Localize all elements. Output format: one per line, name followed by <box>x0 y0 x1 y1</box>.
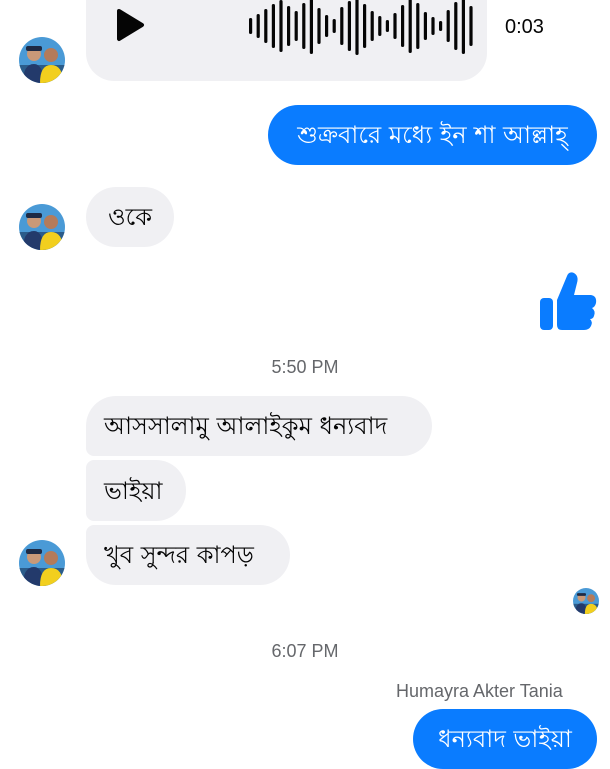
waveform-bar <box>416 3 420 49</box>
avatar[interactable] <box>19 37 65 83</box>
incoming-message[interactable]: ভাইয়া <box>86 460 186 521</box>
message-text: আসসালামু আলাইকুম ধন্যবাদ <box>104 412 388 440</box>
waveform-bar <box>279 0 283 52</box>
message-text: ওকে <box>107 203 153 231</box>
message-text: শুক্রবারে মধ্যে ইন শা আল্লাহ্ <box>297 121 568 149</box>
waveform-bar <box>347 1 351 51</box>
incoming-message[interactable]: আসসালামু আলাইকুম ধন্যবাদ <box>86 396 432 456</box>
waveform-bar <box>370 11 374 41</box>
avatar-photo <box>19 540 65 586</box>
waveform-bar <box>401 5 405 47</box>
waveform-bar <box>454 2 458 50</box>
waveform-bar <box>294 11 298 41</box>
waveform-bar <box>309 0 313 54</box>
voice-duration: 0:03 <box>505 16 544 38</box>
waveform-bar <box>408 0 412 53</box>
waveform-bar <box>431 17 435 35</box>
waveform-bar <box>325 15 329 37</box>
incoming-message[interactable]: খুব সুন্দর কাপড় <box>86 525 290 585</box>
message-text: ধন্যবাদ ভাইয়া <box>438 725 572 753</box>
waveform-bar <box>264 9 268 43</box>
waveform-bar <box>469 6 473 46</box>
avatar-photo <box>19 204 65 250</box>
outgoing-message[interactable]: শুক্রবারে মধ্যে ইন শা আল্লাহ্ <box>268 105 597 165</box>
play-icon <box>117 9 144 41</box>
waveform-bar <box>378 16 382 36</box>
outgoing-message[interactable]: ধন্যবাদ ভাইয়া <box>413 709 597 769</box>
waveform-bar <box>271 4 275 48</box>
avatar-photo <box>19 37 65 83</box>
timestamp: 5:50 PM <box>271 357 339 377</box>
incoming-message[interactable]: ওকে <box>86 187 174 247</box>
avatar-photo <box>573 588 599 614</box>
waveform-bar <box>302 3 306 49</box>
waveform-bar <box>385 20 389 32</box>
waveform-bar <box>287 6 291 46</box>
play-button[interactable] <box>112 8 146 42</box>
waveform-bar <box>355 0 359 55</box>
waveform-bar <box>439 21 443 31</box>
waveform <box>249 0 473 55</box>
timestamp: 6:07 PM <box>271 641 339 661</box>
voice-message-bubble[interactable]: 0:03 <box>86 0 544 81</box>
avatar[interactable] <box>19 204 65 250</box>
read-receipt-avatar <box>573 588 599 614</box>
avatar[interactable] <box>19 540 65 586</box>
waveform-bar <box>332 19 336 33</box>
message-text: ভাইয়া <box>104 476 163 505</box>
waveform-bar <box>256 14 260 38</box>
waveform-bar <box>461 0 465 54</box>
waveform-bar <box>249 18 253 34</box>
waveform-bar <box>317 8 321 44</box>
waveform-bar <box>423 12 427 40</box>
sender-name: Humayra Akter Tania <box>396 681 563 701</box>
message-text: খুব সুন্দর কাপড় <box>104 541 254 569</box>
thumbs-up-icon <box>540 272 597 330</box>
waveform-bar <box>393 13 397 39</box>
waveform-bar <box>363 4 367 48</box>
waveform-bar <box>340 7 344 45</box>
waveform-bar <box>446 10 450 42</box>
thumbs-up-message[interactable] <box>538 270 598 332</box>
